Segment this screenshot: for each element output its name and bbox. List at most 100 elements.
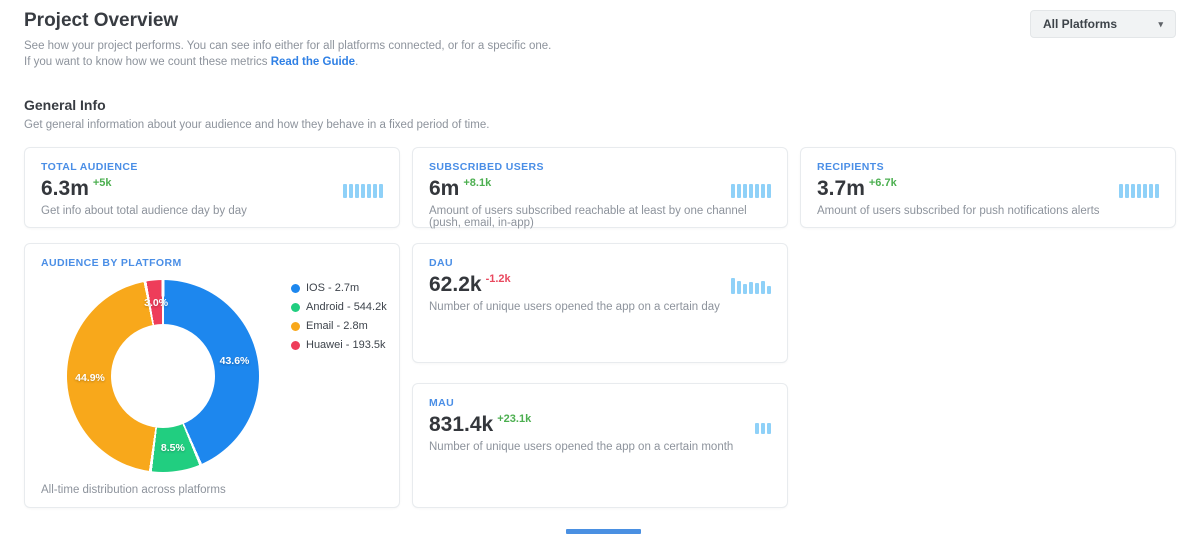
- legend-item: Email - 2.8m: [291, 320, 387, 332]
- donut-percent-label: 3.0%: [144, 297, 168, 309]
- recipients-card: RECIPIENTS 3.7m +6.7k Amount of users su…: [800, 147, 1176, 228]
- total-audience-description: Get info about total audience day by day: [41, 205, 383, 217]
- bar: [361, 184, 365, 198]
- bar: [355, 184, 359, 198]
- card-title-audience-by-platform: AUDIENCE BY PLATFORM: [41, 257, 383, 269]
- total-audience-value: 6.3m: [41, 178, 89, 199]
- bar: [349, 184, 353, 198]
- bar: [1125, 184, 1129, 198]
- bar: [1137, 184, 1141, 198]
- subscribed-users-card: SUBSCRIBED USERS 6m +8.1k Amount of user…: [412, 147, 788, 228]
- bar: [379, 184, 383, 198]
- metric-value-row: 6m +8.1k: [429, 178, 771, 199]
- project-overview-page: Project Overview See how your project pe…: [0, 0, 1200, 534]
- platform-selector-value: All Platforms: [1043, 17, 1117, 31]
- bar: [1131, 184, 1135, 198]
- page-description-line2-text: If you want to know how we count these m…: [24, 56, 271, 68]
- platform-selector-dropdown[interactable]: All Platforms ▾: [1030, 10, 1176, 38]
- subscribed-users-delta: +8.1k: [463, 178, 491, 189]
- legend-color-dot: [291, 303, 300, 312]
- bar: [767, 184, 771, 198]
- bar: [749, 184, 753, 198]
- mini-bar-chart-icon: [343, 182, 383, 198]
- mau-delta: +23.1k: [497, 414, 531, 425]
- donut-percent-label: 43.6%: [220, 355, 250, 367]
- bar: [373, 184, 377, 198]
- bar: [1155, 184, 1159, 198]
- page-description-line2: If you want to know how we count these m…: [24, 56, 358, 68]
- legend-item: IOS - 2.7m: [291, 282, 387, 294]
- recipients-delta: +6.7k: [869, 178, 897, 189]
- card-title-recipients: RECIPIENTS: [817, 161, 1159, 173]
- bar: [755, 184, 759, 198]
- bar: [743, 284, 747, 294]
- page-description-line2-period: .: [355, 56, 358, 68]
- dau-value: 62.2k: [429, 274, 482, 295]
- bar: [1119, 184, 1123, 198]
- legend-color-dot: [291, 341, 300, 350]
- legend-label: Android - 544.2k: [306, 301, 387, 313]
- dau-card: DAU 62.2k -1.2k Number of unique users o…: [412, 243, 788, 363]
- subscribed-users-value: 6m: [429, 178, 459, 199]
- legend-label: Huawei - 193.5k: [306, 339, 386, 351]
- section-subtitle: Get general information about your audie…: [24, 119, 489, 131]
- bar: [367, 184, 371, 198]
- total-audience-delta: +5k: [93, 178, 112, 189]
- donut-percent-label: 8.5%: [161, 442, 185, 454]
- chart-caption: All-time distribution across platforms: [41, 484, 226, 496]
- next-section-peek-bar: [566, 529, 641, 534]
- recipients-value: 3.7m: [817, 178, 865, 199]
- bar: [761, 281, 765, 294]
- legend-label: Email - 2.8m: [306, 320, 368, 332]
- bar: [755, 283, 759, 294]
- bar: [743, 184, 747, 198]
- mini-bar-chart-icon: [731, 182, 771, 198]
- bar: [761, 423, 765, 434]
- chart-legend: IOS - 2.7m Android - 544.2k Email - 2.8m Hu…: [291, 282, 387, 358]
- dau-description: Number of unique users opened the app on…: [429, 301, 771, 313]
- bar: [761, 184, 765, 198]
- mini-bar-chart-icon: [1119, 182, 1159, 198]
- bar: [737, 184, 741, 198]
- metric-value-row: 62.2k -1.2k: [429, 274, 771, 295]
- metric-value-row: 831.4k +23.1k: [429, 414, 771, 435]
- platform-donut-chart: 43.6% 8.5% 44.9% 3.0%: [67, 280, 259, 472]
- card-title-mau: MAU: [429, 397, 771, 409]
- bar: [343, 184, 347, 198]
- card-title-total-audience: TOTAL AUDIENCE: [41, 161, 383, 173]
- legend-color-dot: [291, 284, 300, 293]
- section-title-general-info: General Info: [24, 97, 106, 113]
- dau-delta: -1.2k: [486, 274, 511, 285]
- legend-item: Huawei - 193.5k: [291, 339, 387, 351]
- card-title-dau: DAU: [429, 257, 771, 269]
- audience-by-platform-card: AUDIENCE BY PLATFORM 43.6%8.5%44.9%3.0% …: [24, 243, 400, 508]
- card-title-subscribed-users: SUBSCRIBED USERS: [429, 161, 771, 173]
- bar: [731, 278, 735, 294]
- read-the-guide-link[interactable]: Read the Guide: [271, 56, 355, 68]
- mau-value: 831.4k: [429, 414, 493, 435]
- bar: [1149, 184, 1153, 198]
- donut-percent-label: 44.9%: [75, 372, 105, 384]
- chevron-down-icon: ▾: [1158, 20, 1163, 29]
- bar: [755, 423, 759, 434]
- bar: [737, 281, 741, 294]
- mini-bar-chart-icon: [755, 418, 771, 434]
- metric-value-row: 6.3m +5k: [41, 178, 383, 199]
- bar: [749, 282, 753, 294]
- bar: [767, 423, 771, 434]
- metric-value-row: 3.7m +6.7k: [817, 178, 1159, 199]
- mau-card: MAU 831.4k +23.1k Number of unique users…: [412, 383, 788, 508]
- page-description-line1: See how your project performs. You can s…: [24, 40, 551, 52]
- mini-bar-chart-icon: [731, 278, 771, 294]
- subscribed-users-description: Amount of users subscribed reachable at …: [429, 205, 771, 229]
- bar: [767, 286, 771, 294]
- page-title: Project Overview: [24, 10, 178, 32]
- bar: [731, 184, 735, 198]
- recipients-description: Amount of users subscribed for push noti…: [817, 205, 1159, 217]
- legend-color-dot: [291, 322, 300, 331]
- bar: [1143, 184, 1147, 198]
- legend-item: Android - 544.2k: [291, 301, 387, 313]
- total-audience-card: TOTAL AUDIENCE 6.3m +5k Get info about t…: [24, 147, 400, 228]
- mau-description: Number of unique users opened the app on…: [429, 441, 771, 453]
- legend-label: IOS - 2.7m: [306, 282, 359, 294]
